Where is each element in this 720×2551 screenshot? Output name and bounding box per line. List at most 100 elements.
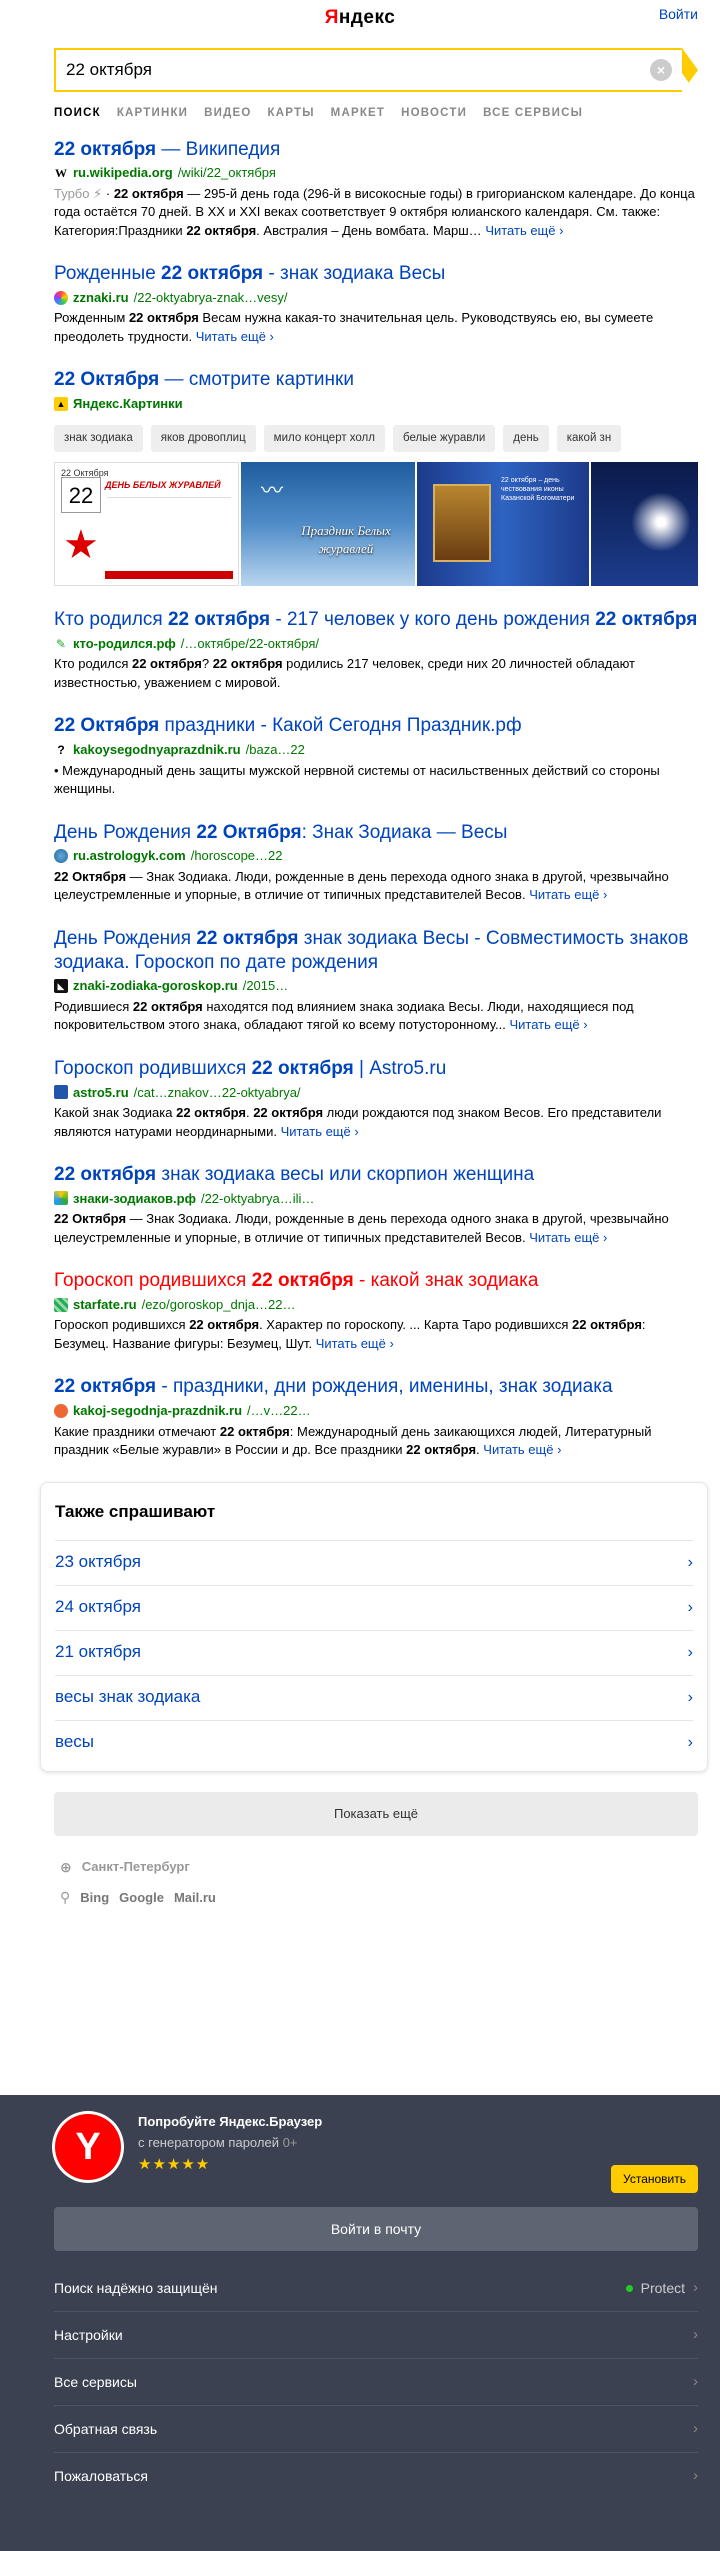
result-url[interactable]: ? kakoysegodnyaprazdnik.ru/baza…22 xyxy=(54,741,698,759)
footer-item-all-services[interactable]: Все сервисы › xyxy=(54,2359,698,2406)
image-thumbnail[interactable]: 22 Октября ДЕНЬ БЕЛЫХ ЖУРАВЛЕЙ 22 ★ xyxy=(54,462,239,587)
result-title-link[interactable]: День Рождения 22 октября знак зодиака Ве… xyxy=(54,927,698,975)
chevron-right-icon: › xyxy=(687,1688,693,1706)
login-link[interactable]: Войти xyxy=(659,5,698,24)
result-title-link[interactable]: Рожденные 22 октября - знак зодиака Весы xyxy=(54,262,698,286)
search-result: 22 октября — Википедия W ru.wikipedia.or… xyxy=(54,138,698,241)
result-url[interactable]: ✎ кто-родился.рф/…oктябре/22-oктября/ xyxy=(54,635,698,653)
image-chip[interactable]: яков дровоплиц xyxy=(150,424,256,453)
result-title-link[interactable]: День Рождения 22 Октября: Знак Зодиака —… xyxy=(54,821,698,845)
tab-market[interactable]: Маркет xyxy=(331,106,385,122)
also-asked-title: Также спрашивают xyxy=(55,1501,216,1521)
result-snippet: • Международный день защиты мужской нерв… xyxy=(54,762,660,797)
result-snippet: Рожденным 22 октября Весам нужна какая-т… xyxy=(54,310,654,344)
result-snippet: 22 Октября — Знак Зодиака. Люди, рожденн… xyxy=(54,1211,669,1245)
result-snippet: Родившиеся 22 октября находятся под влия… xyxy=(54,998,634,1033)
astrologyk-favicon-icon xyxy=(54,849,68,864)
question-icon: ? xyxy=(57,742,65,757)
read-more-link[interactable]: Читать ещё › xyxy=(485,223,563,238)
image-thumbnail[interactable]: › xyxy=(591,462,698,587)
yandex-browser-icon: Y xyxy=(52,2111,124,2183)
image-chip[interactable]: какой зн xyxy=(556,424,622,453)
tab-video[interactable]: Видео xyxy=(204,106,251,122)
yandex-logo[interactable]: Яндекс xyxy=(0,5,720,31)
mail-login-button[interactable]: Войти в почту xyxy=(54,2207,698,2251)
result-title-link[interactable]: 22 октября — Википедия xyxy=(54,138,698,162)
image-thumbnail[interactable]: 〰 Праздник Белых журавлей xyxy=(241,462,415,587)
tab-all-services[interactable]: Все сервисы xyxy=(483,106,583,122)
result-title-link[interactable]: 22 октября - праздники, дни рождения, им… xyxy=(54,1375,698,1399)
turbo-label[interactable]: Турбо xyxy=(54,186,93,201)
read-more-link[interactable]: Читать ещё › xyxy=(483,1442,561,1457)
chevron-right-icon: › xyxy=(693,2278,698,2296)
search-result: Кто родился 22 октября - 217 человек у к… xyxy=(54,608,698,692)
read-more-link[interactable]: Читать ещё › xyxy=(196,329,274,344)
result-title-link[interactable]: Гороскоп родившихся 22 октября | Astro5.… xyxy=(54,1057,698,1081)
also-asked-item[interactable]: 24 октября › xyxy=(55,1584,693,1630)
search-box[interactable]: × xyxy=(54,48,682,92)
footer-item-protect[interactable]: Поиск надёжно защищён Protect › xyxy=(54,2265,698,2312)
install-button[interactable]: Установить xyxy=(611,2165,698,2194)
result-url[interactable]: astro5.ru/cat…znakov…22-oktyabrya/ xyxy=(54,1084,698,1102)
result-url[interactable]: ◣ znaki-zodiaka-goroskop.ru/2015… xyxy=(54,977,698,995)
result-url[interactable]: zznaki.ru/22-oktyabrya-znak…vesy/ xyxy=(54,289,698,307)
images-title-link[interactable]: 22 Октября — смотрите картинки xyxy=(54,368,698,392)
search-arrow-button[interactable] xyxy=(682,48,698,111)
rating-stars: ★★★★★ xyxy=(138,2156,211,2174)
result-title-link[interactable]: Гороскоп родившихся 22 октября - какой з… xyxy=(54,1269,698,1293)
tab-maps[interactable]: Карты xyxy=(268,106,315,122)
also-asked-item[interactable]: весы знак зодиака › xyxy=(55,1674,693,1720)
image-chip[interactable]: мило концерт холл xyxy=(263,424,385,453)
engine-mailru-link[interactable]: Mail.ru xyxy=(174,1889,216,1907)
znaki-favicon-icon: ◣ xyxy=(54,979,68,994)
chevron-right-icon: › xyxy=(693,2467,698,2485)
search-input[interactable] xyxy=(66,60,650,80)
chevron-right-icon: › xyxy=(687,1553,693,1571)
result-url[interactable]: знаки-зодиаков.рф/22-oktyabrya…ili… xyxy=(54,1190,698,1208)
search-form: × xyxy=(54,48,698,111)
starfate-favicon-icon xyxy=(54,1297,68,1312)
image-chip[interactable]: белые журавли xyxy=(392,424,496,453)
region-link[interactable]: ⊕ Санкт-Петербург xyxy=(60,1858,720,1877)
read-more-link[interactable]: Читать ещё › xyxy=(529,1230,607,1245)
image-chip[interactable]: знак зодиака xyxy=(54,424,143,453)
result-url[interactable]: starfate.ru/ezo/goroskop_dnja…22… xyxy=(54,1296,698,1314)
promo-subtitle: с генератором паролей 0+ xyxy=(138,2134,298,2150)
footer-item-report[interactable]: Пожаловаться › xyxy=(54,2453,698,2500)
result-url[interactable]: W ru.wikipedia.org/wiki/22_октября xyxy=(54,164,698,182)
tab-news[interactable]: Новости xyxy=(401,106,467,122)
image-thumbnail[interactable]: 22 октября – день чествования иконы Каза… xyxy=(417,462,589,587)
read-more-link[interactable]: Читать ещё › xyxy=(509,1017,587,1032)
images-block: 22 Октября — смотрите картинки ▲ Яндекс.… xyxy=(54,368,698,587)
image-chip[interactable]: день xyxy=(503,424,549,453)
read-more-link[interactable]: Читать ещё › xyxy=(316,1336,394,1351)
also-asked-item[interactable]: весы › xyxy=(55,1719,693,1765)
read-more-link[interactable]: Читать ещё › xyxy=(281,1124,359,1139)
tab-search[interactable]: Поиск xyxy=(54,106,101,122)
image-chips: знак зодиака яков дровоплиц мило концерт… xyxy=(54,424,698,453)
result-title-link[interactable]: Кто родился 22 октября - 217 человек у к… xyxy=(54,608,698,632)
footer-item-settings[interactable]: Настройки › xyxy=(54,2312,698,2359)
result-url[interactable]: ru.astrologyk.com/horoscope…22 xyxy=(54,847,698,865)
result-title-link[interactable]: 22 октября знак зодиака весы или скорпио… xyxy=(54,1163,698,1187)
feather-icon: ✎ xyxy=(55,636,67,651)
tab-images[interactable]: Картинки xyxy=(117,106,188,122)
result-title-link[interactable]: 22 Октября праздники - Какой Сегодня Пра… xyxy=(54,714,698,738)
footer-item-feedback[interactable]: Обратная связь › xyxy=(54,2406,698,2453)
znaki-zodiakov-favicon-icon xyxy=(54,1191,68,1206)
result-url[interactable]: kakoj-segodnja-prazdnik.ru/…v…22… xyxy=(54,1402,698,1420)
engine-google-link[interactable]: Google xyxy=(119,1889,164,1907)
also-asked-item[interactable]: 21 октября › xyxy=(55,1629,693,1675)
search-result: Рожденные 22 октября - знак зодиака Весы… xyxy=(54,262,698,346)
search-result: Гороскоп родившихся 22 октября - какой з… xyxy=(54,1269,698,1353)
chevron-right-icon: › xyxy=(687,1643,693,1661)
show-more-button[interactable]: Показать ещё xyxy=(54,1791,698,1836)
search-result: Гороскоп родившихся 22 октября | Astro5.… xyxy=(54,1057,698,1141)
also-asked-item[interactable]: 23 октября › xyxy=(55,1539,693,1585)
images-source[interactable]: ▲ Яндекс.Картинки xyxy=(54,395,698,413)
turbo-icon: ⚡ xyxy=(93,185,106,201)
engine-bing-link[interactable]: Bing xyxy=(80,1889,109,1907)
clear-icon[interactable]: × xyxy=(650,59,672,81)
zznaki-favicon-icon xyxy=(54,290,68,305)
read-more-link[interactable]: Читать ещё › xyxy=(529,887,607,902)
